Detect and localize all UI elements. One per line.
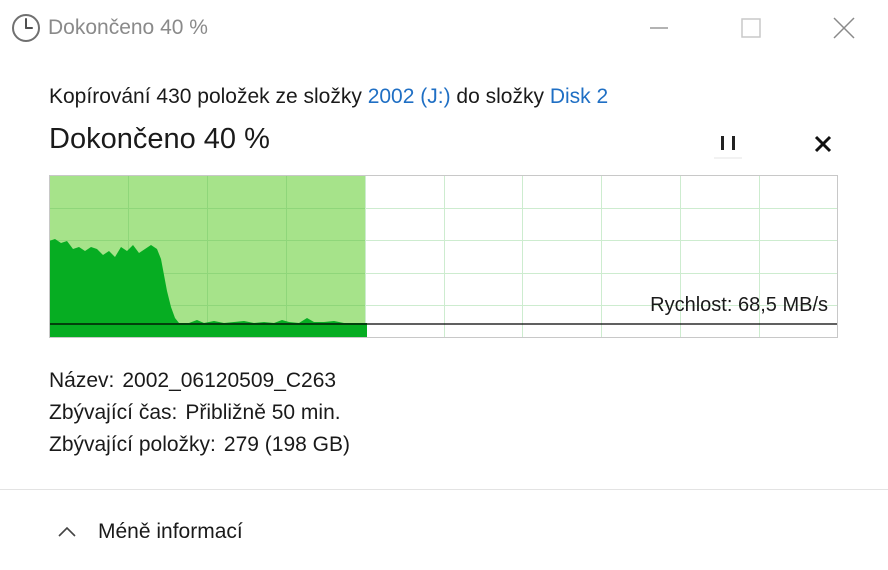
clock-icon	[12, 14, 40, 42]
detail-items-value: 279 (198 GB)	[223, 433, 350, 456]
close-icon	[833, 17, 855, 39]
window-title: Dokončeno 40 %	[48, 16, 208, 39]
pause-icon	[714, 136, 742, 159]
minimize-icon	[650, 27, 668, 29]
divider	[0, 489, 888, 490]
speed-graph: Rychlost: 68,5 MB/s	[49, 175, 838, 338]
detail-time-value: Přibližně 50 min.	[185, 401, 341, 424]
pause-button[interactable]	[708, 125, 748, 161]
cancel-button[interactable]	[802, 125, 842, 161]
maximize-button[interactable]	[728, 8, 774, 48]
maximize-icon	[741, 18, 761, 38]
speed-label: Rychlost: 68,5 MB/s	[650, 294, 828, 316]
progress-title: Dokončeno 40 %	[49, 123, 270, 155]
less-info-button[interactable]: Méně informací	[56, 520, 243, 544]
title-bar: Dokončeno 40 %	[0, 0, 888, 56]
detail-items: Zbývající položky: 279 (198 GB)	[49, 429, 350, 461]
detail-items-key: Zbývající položky:	[49, 433, 216, 456]
destination-folder-link[interactable]: Disk 2	[550, 85, 608, 108]
detail-name: Název: 2002_06120509_C263	[49, 365, 350, 397]
copy-prefix: Kopírování 430 položek ze složky	[49, 85, 362, 108]
minimize-button[interactable]	[636, 8, 682, 48]
detail-time-key: Zbývající čas:	[49, 401, 178, 424]
less-info-label: Méně informací	[98, 520, 243, 543]
copy-middle: do složky	[456, 85, 544, 108]
details-panel: Název: 2002_06120509_C263 Zbývající čas: P…	[49, 365, 350, 461]
close-icon	[814, 135, 832, 153]
detail-name-key: Název:	[49, 369, 115, 392]
chevron-up-icon	[58, 526, 76, 537]
source-folder-link[interactable]: 2002 (J:)	[368, 85, 451, 108]
detail-name-value: 2002_06120509_C263	[122, 369, 337, 392]
copy-description: Kopírování 430 položek ze složky 2002 (J…	[49, 85, 608, 109]
detail-time: Zbývající čas: Přibližně 50 min.	[49, 397, 350, 429]
window-close-button[interactable]	[820, 8, 866, 48]
